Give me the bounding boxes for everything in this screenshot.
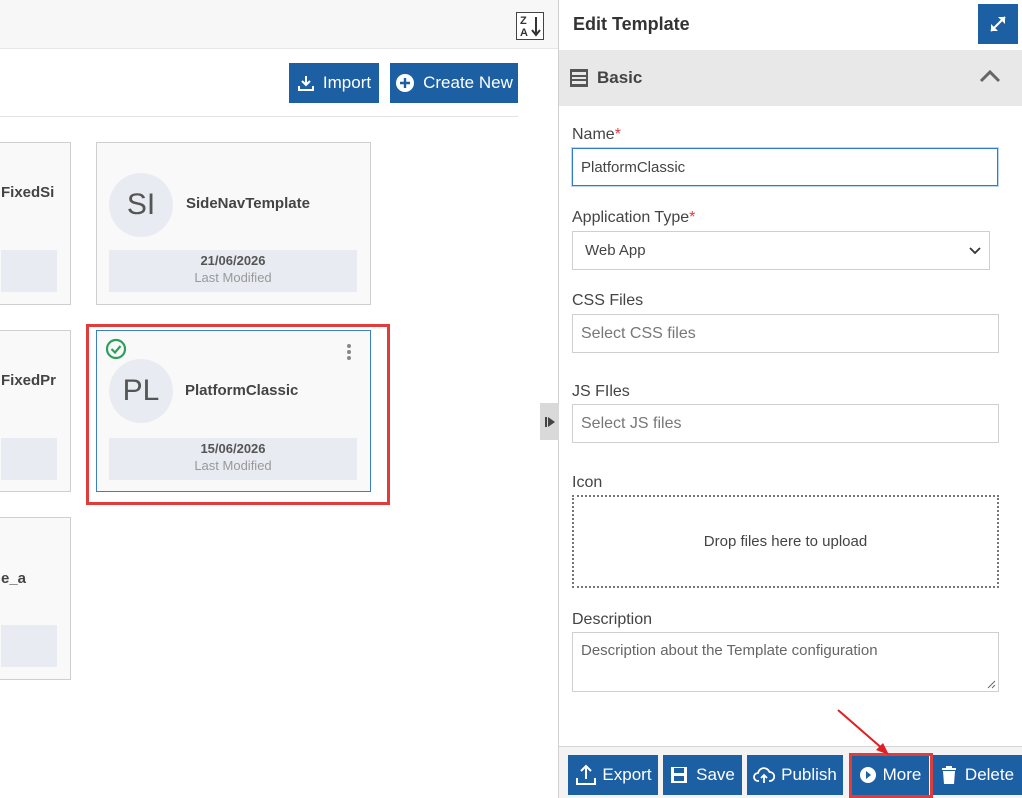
save-button[interactable]: Save (663, 755, 742, 795)
publish-label: Publish (781, 765, 837, 784)
icon-label: Icon (572, 474, 603, 491)
save-icon (671, 767, 688, 783)
application-type-label: Application Type* (572, 209, 695, 227)
card-date: 21/06/2026 (200, 253, 266, 268)
card-meta: 21/06/2026 Last Modified (109, 250, 357, 292)
publish-button[interactable]: Publish (747, 755, 843, 795)
js-files-placeholder: Select JS files (581, 414, 682, 432)
save-label: Save (696, 765, 735, 784)
application-type-value: Web App (585, 242, 646, 259)
create-new-button[interactable]: Create New (390, 63, 518, 103)
dropzone-text: Drop files here to upload (703, 533, 868, 550)
action-footer: Export Save Publish More Delete (559, 746, 1022, 798)
template-card-sidenavtemplate[interactable]: SI SideNavTemplate 21/06/2026 Last Modif… (96, 142, 371, 305)
template-card-fixedsi[interactable]: FixedSi (0, 142, 71, 305)
card-title: e_a (1, 570, 27, 587)
export-label: Export (602, 765, 652, 784)
download-icon (297, 76, 314, 91)
basic-section-header[interactable]: Basic (559, 50, 1022, 106)
annotation-arrow-icon (837, 709, 889, 755)
import-label: Import (322, 73, 372, 92)
card-meta (1, 625, 57, 667)
create-new-label: Create New (423, 73, 513, 92)
selected-card-highlight (86, 324, 390, 505)
css-files-placeholder: Select CSS files (581, 324, 696, 342)
css-files-label: CSS Files (572, 292, 644, 309)
expand-icon (990, 16, 1006, 32)
import-button[interactable]: Import (289, 63, 379, 103)
edit-template-panel: Edit Template Basic Name* PlatformClassi… (559, 0, 1022, 798)
template-card-e-a[interactable]: e_a (0, 517, 71, 680)
form-section-icon (570, 69, 588, 87)
required-mark: * (614, 126, 621, 143)
list-header-bar: Z A (0, 0, 559, 49)
js-files-input[interactable]: Select JS files (572, 404, 999, 443)
trash-icon (941, 766, 956, 784)
chevron-up-icon[interactable] (979, 68, 1001, 84)
card-title: FixedSi (1, 184, 55, 201)
plus-circle-icon (396, 74, 415, 92)
application-type-select[interactable]: Web App (572, 231, 990, 270)
css-files-input[interactable]: Select CSS files (572, 314, 999, 353)
collapse-arrow-icon (544, 416, 555, 427)
name-label-text: Name (572, 126, 615, 143)
description-textarea[interactable]: Description about the Template configura… (572, 632, 999, 692)
name-input-value: PlatformClassic (581, 158, 686, 176)
card-date-label: Last Modified (194, 270, 272, 285)
avatar: SI (109, 173, 173, 237)
application-type-label-text: Application Type (572, 209, 690, 226)
template-card-fixedpr[interactable]: FixedPr (0, 330, 71, 492)
more-button-highlight (849, 753, 933, 798)
template-list-area: Z A Import Create New FixedSi SI SideNav… (0, 0, 559, 798)
panel-title: Edit Template (573, 14, 690, 34)
cloud-upload-icon (753, 767, 776, 783)
card-title: SideNavTemplate (186, 195, 310, 212)
export-icon (576, 764, 597, 785)
icon-dropzone[interactable]: Drop files here to upload (572, 495, 999, 588)
svg-text:Z: Z (520, 15, 527, 27)
expand-button[interactable] (978, 4, 1018, 44)
resize-handle-icon[interactable] (986, 679, 996, 689)
section-title: Basic (597, 68, 643, 87)
svg-text:A: A (520, 27, 528, 39)
delete-button[interactable]: Delete (933, 755, 1022, 795)
description-placeholder: Description about the Template configura… (581, 642, 878, 659)
js-files-label: JS FIles (572, 383, 630, 400)
sort-za-icon[interactable]: Z A (516, 12, 544, 40)
collapse-panel-handle[interactable] (540, 403, 559, 440)
card-title: FixedPr (1, 372, 57, 389)
name-label: Name* (572, 126, 621, 144)
chevron-down-icon (969, 246, 981, 254)
delete-label: Delete (964, 765, 1015, 784)
name-input[interactable]: PlatformClassic (572, 148, 998, 186)
card-meta (1, 438, 57, 480)
export-button[interactable]: Export (568, 755, 658, 795)
description-label: Description (572, 611, 653, 628)
card-meta (1, 250, 57, 292)
toolbar-divider (0, 116, 518, 117)
required-mark: * (689, 209, 696, 226)
